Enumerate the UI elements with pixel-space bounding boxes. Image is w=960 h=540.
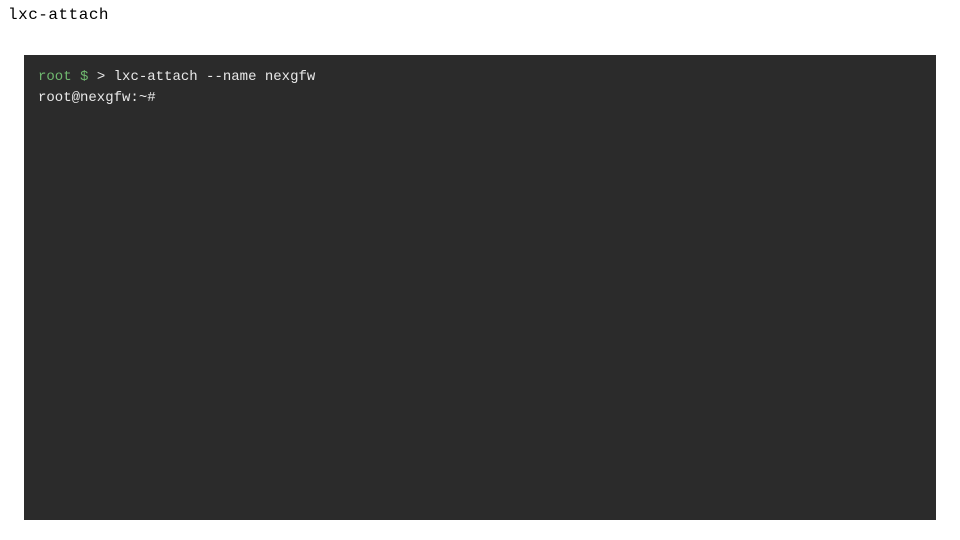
prompt-dollar: $ (72, 69, 89, 85)
terminal-line: root $ > lxc-attach --name nexgfw (38, 67, 922, 88)
session-prompt: root@nexgfw:~# (38, 90, 156, 106)
prompt-angle: > (88, 69, 113, 85)
terminal-line: root@nexgfw:~# (38, 88, 922, 109)
terminal-window[interactable]: root $ > lxc-attach --name nexgfw root@n… (24, 55, 936, 520)
page-title: lxc-attach (8, 6, 109, 24)
command-text: lxc-attach --name nexgfw (114, 69, 316, 85)
prompt-user: root (38, 69, 72, 85)
